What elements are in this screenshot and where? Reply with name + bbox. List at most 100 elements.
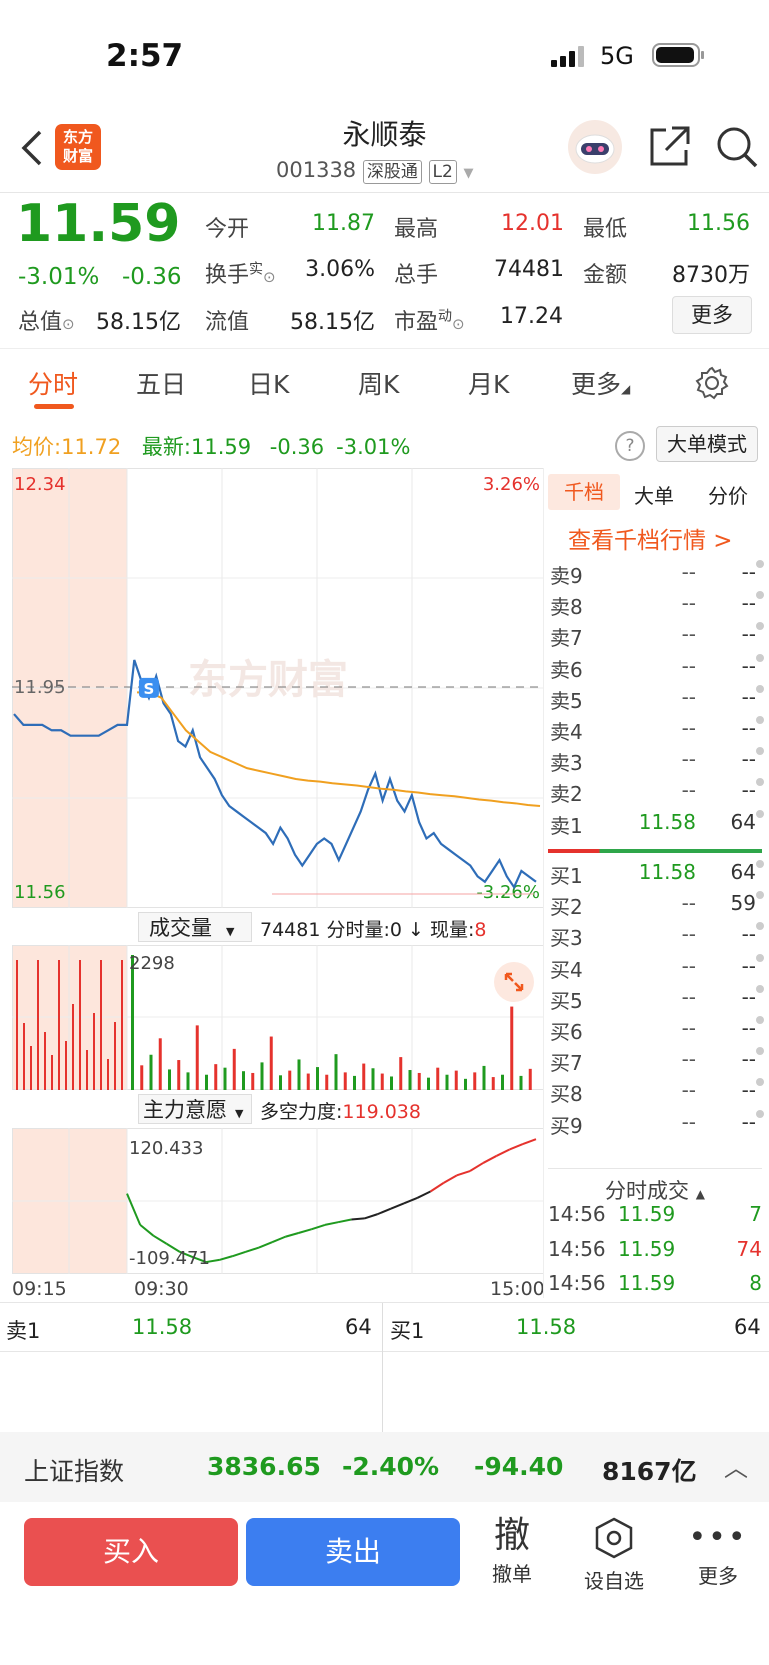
bid-row[interactable]: 买3 -- --	[550, 922, 764, 953]
pe-value: 17.24	[500, 304, 563, 329]
share-icon[interactable]	[648, 124, 692, 168]
vol-selector[interactable]: 成交量 ▼	[138, 912, 252, 942]
big-order-mode-button[interactable]: 大单模式	[656, 426, 758, 462]
level1-row: 卖1 11.58 64 买1 11.58 64	[0, 1302, 769, 1433]
corner-caret-icon: ◢	[621, 382, 631, 396]
time-label-start: 09:30	[134, 1278, 189, 1300]
volume-chart[interactable]: 2298	[12, 945, 544, 1090]
ob-tab-big-order[interactable]: 大单	[634, 480, 674, 509]
volume-bar	[168, 1069, 171, 1090]
ask-row[interactable]: 卖8 -- --	[550, 591, 764, 622]
bid-row[interactable]: 买6 -- --	[550, 1016, 764, 1047]
volume-bar	[510, 1006, 514, 1090]
buy-button[interactable]: 买入	[24, 1518, 238, 1586]
quote-divider	[0, 348, 769, 349]
bid-row[interactable]: 买4 -- --	[550, 953, 764, 985]
volume-bar	[158, 1038, 162, 1090]
ask-row[interactable]: 卖6 -- --	[550, 653, 764, 685]
pct-max-label: 3.26%	[483, 474, 540, 495]
volume-bar	[371, 1068, 375, 1090]
stock-code-line[interactable]: 001338 深股通 L2 ▼	[276, 158, 474, 184]
y-min-label: 11.56	[14, 882, 66, 903]
force-max-label: 120.433	[129, 1138, 203, 1159]
dot-icon	[756, 809, 764, 818]
caret-up-icon: ▲	[695, 1187, 705, 1201]
ob-tab-thousand[interactable]: 千档	[548, 474, 620, 510]
volume-bar	[214, 1064, 218, 1090]
expand-icon[interactable]	[494, 962, 534, 1002]
volume-bar	[279, 1075, 282, 1090]
tab-more[interactable]: 更多◢	[571, 365, 630, 401]
search-icon[interactable]	[714, 124, 760, 170]
bid-row[interactable]: 买5 -- --	[550, 984, 764, 1016]
dot-icon	[756, 684, 764, 693]
ask-row[interactable]: 卖3 -- --	[550, 747, 764, 778]
force-chart[interactable]: 120.433 -109.471	[12, 1128, 544, 1274]
volume-label: 总手	[394, 263, 439, 288]
ask-row[interactable]: 卖1 11.58 64	[550, 809, 764, 841]
time-label-open: 09:15	[12, 1278, 67, 1300]
tab-five-day[interactable]: 五日	[136, 365, 186, 401]
volume-bar	[44, 1032, 46, 1090]
volume-bar	[436, 1067, 440, 1090]
bid-row[interactable]: 买7 -- --	[550, 1047, 764, 1078]
s-marker-label: S	[144, 680, 155, 698]
caret-down-icon: ▼	[463, 166, 474, 181]
add-watchlist-button[interactable]: 设自选	[572, 1516, 656, 1594]
pct-min-label: -3.26%	[476, 882, 540, 903]
level-tag: L2	[428, 160, 457, 184]
volume-bar	[408, 1070, 412, 1090]
volume-bar	[205, 1074, 208, 1090]
bid-row[interactable]: 买1 11.58 64	[550, 860, 764, 891]
dot-icon	[756, 1078, 764, 1087]
sell-button[interactable]: 卖出	[246, 1518, 460, 1586]
ticks-title[interactable]: 分时成交 ▲	[548, 1168, 762, 1205]
bid-row[interactable]: 买9 -- --	[550, 1109, 764, 1141]
volume-bar	[114, 1022, 116, 1090]
volume-bar	[72, 1004, 74, 1090]
dot-icon	[756, 778, 764, 787]
dot-icon	[756, 653, 764, 662]
cancel-icon: 撤	[493, 1515, 530, 1556]
ask-row[interactable]: 卖5 -- --	[550, 684, 764, 716]
force-selector[interactable]: 主力意愿 ▼	[138, 1094, 252, 1124]
tab-monthly-k[interactable]: 月K	[468, 365, 509, 401]
dot-icon	[756, 953, 764, 962]
more-actions-button[interactable]: ••• 更多	[688, 1516, 748, 1589]
intraday-price-chart[interactable]: 东方财富 12.34 11.56 11.95 3.26% -3.26% S	[12, 468, 544, 908]
more-button[interactable]: 更多	[672, 296, 752, 334]
stock-code: 001338	[276, 158, 357, 182]
open-value: 11.87	[312, 211, 375, 236]
ask-row[interactable]: 卖2 -- --	[550, 778, 764, 809]
ob-thousand-link[interactable]: 查看千档行情 >	[568, 521, 733, 555]
network-label: 5G	[600, 42, 634, 70]
volume-bar	[501, 1074, 504, 1090]
help-icon[interactable]: ?	[615, 431, 645, 461]
index-bar[interactable]: 上证指数 3836.65 -2.40% -94.40 8167亿 ︿	[0, 1432, 769, 1502]
volume-bar	[519, 1075, 523, 1090]
ask-row[interactable]: 卖9 -- --	[550, 560, 764, 591]
volume-bar	[482, 1065, 486, 1090]
dot-icon	[756, 860, 764, 868]
arrow-down-icon: ↓	[408, 919, 424, 941]
force-line-segment	[152, 1234, 168, 1245]
spread-bar	[548, 849, 762, 853]
tab-intraday[interactable]: 分时	[28, 365, 78, 401]
tab-weekly-k[interactable]: 周K	[358, 365, 399, 401]
force-line-segment	[311, 1223, 326, 1231]
volume-bar	[343, 1072, 347, 1090]
settings-gear-icon[interactable]	[695, 366, 729, 400]
ask-row[interactable]: 卖4 -- --	[550, 716, 764, 747]
bid-row[interactable]: 买2 -- 59	[550, 891, 764, 922]
info-icon: ⊙	[263, 268, 276, 286]
dot-icon	[756, 622, 764, 631]
cancel-order-button[interactable]: 撤 撤单	[480, 1514, 544, 1587]
volume-bar	[399, 1057, 403, 1090]
ob-tab-price[interactable]: 分价	[708, 480, 748, 509]
bid-row[interactable]: 买8 -- --	[550, 1078, 764, 1109]
force-line-segment	[298, 1228, 312, 1234]
volume-bar	[464, 1078, 467, 1090]
robot-avatar-icon[interactable]	[566, 118, 624, 176]
ask-row[interactable]: 卖7 -- --	[550, 622, 764, 653]
tab-daily-k[interactable]: 日K	[248, 365, 289, 401]
